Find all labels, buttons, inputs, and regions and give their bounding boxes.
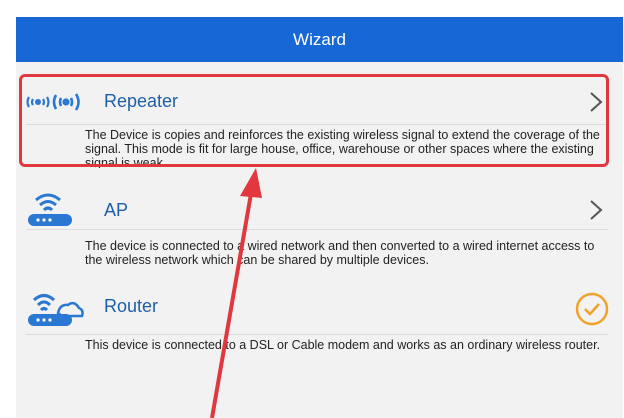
mode-label: AP <box>104 200 129 220</box>
chevron-right-icon[interactable] <box>589 199 603 221</box>
divider <box>26 229 608 230</box>
wizard-title: Wizard <box>293 29 346 49</box>
checkmark-circle-icon[interactable] <box>575 292 609 326</box>
divider <box>26 334 608 335</box>
wifi-router-icon <box>28 193 72 226</box>
mode-label: Router <box>104 296 159 316</box>
cloud-router-icon <box>28 294 84 326</box>
mode-description: The device is connected to a wired netwo… <box>85 239 595 267</box>
wizard-header: Wizard <box>16 17 623 62</box>
mode-item-ap[interactable]: AP The device is connected to a wired ne… <box>16 172 623 272</box>
highlight-box <box>19 74 609 167</box>
mode-item-router[interactable]: Router This device is connected to a DSL… <box>16 272 623 382</box>
mode-description: This device is connected to a DSL or Cab… <box>85 338 601 352</box>
